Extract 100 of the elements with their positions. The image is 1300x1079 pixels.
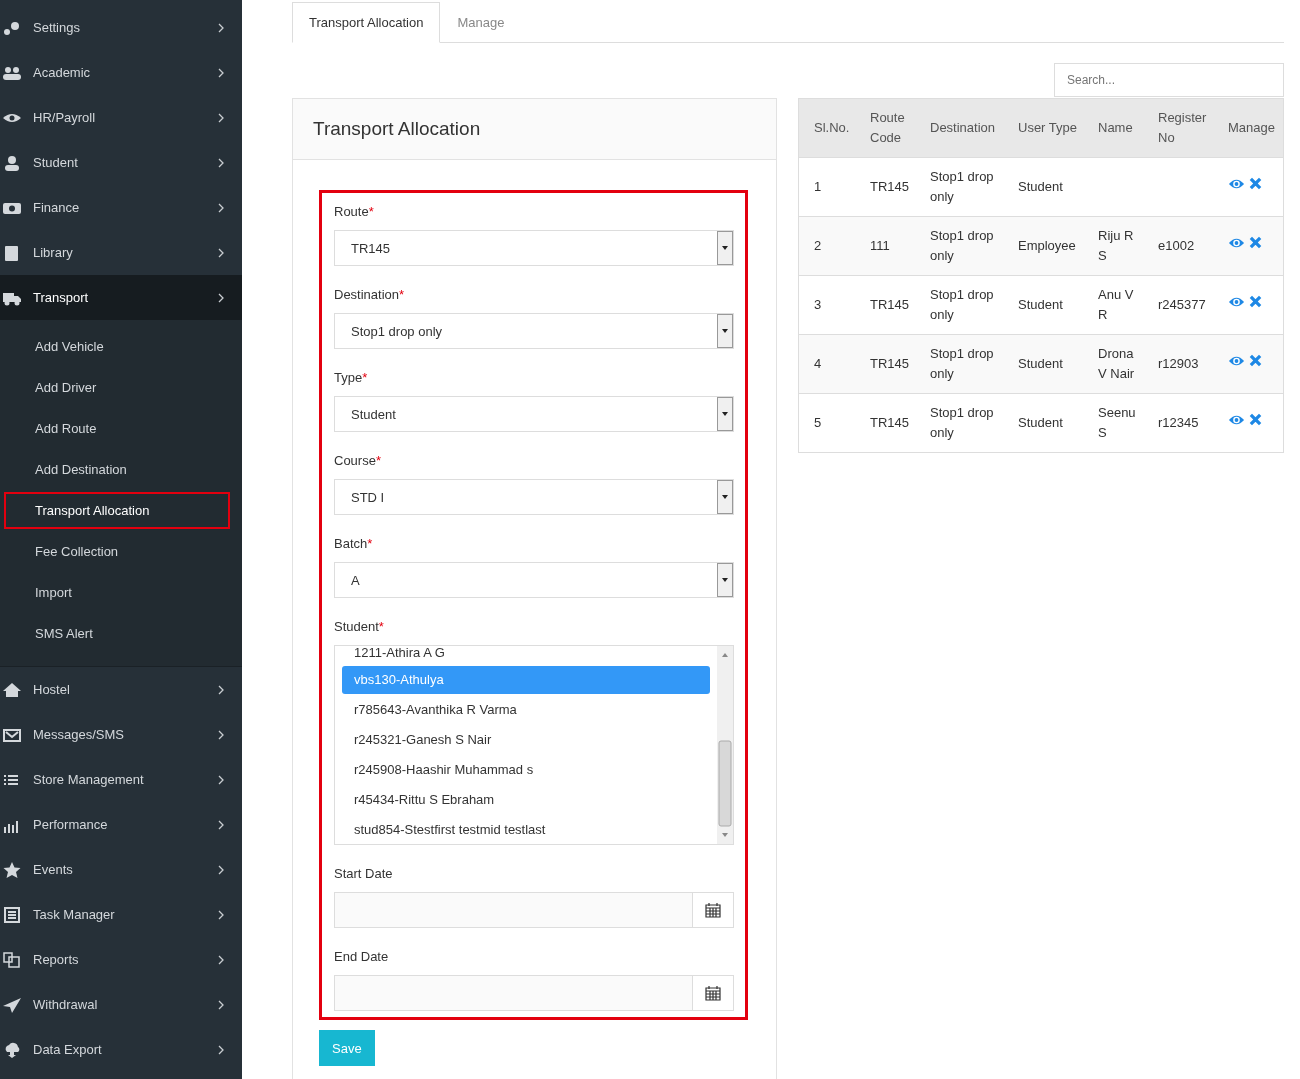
document-icon xyxy=(2,906,22,923)
select-field[interactable]: Student xyxy=(334,396,734,432)
chevron-icon xyxy=(218,729,224,740)
list-option[interactable]: stud854-Stestfirst testmid testlast xyxy=(342,816,710,844)
sidebar-item[interactable]: Events xyxy=(0,847,242,892)
calendar-icon xyxy=(705,985,721,1001)
submenu-item[interactable]: SMS Alert xyxy=(4,615,230,652)
sidebar-item[interactable]: Settings xyxy=(0,5,242,50)
submenu-item[interactable]: Add Destination xyxy=(4,451,230,488)
column-header: Sl.No. xyxy=(799,99,870,157)
sidebar-item[interactable]: Store Management xyxy=(0,757,242,802)
field-label: Route* xyxy=(334,203,375,221)
date-field[interactable] xyxy=(334,892,734,928)
table-cell: Riju R S xyxy=(1098,227,1134,263)
sidebar-item[interactable]: HR/Payroll xyxy=(0,95,242,140)
table-cell: TR145 xyxy=(870,178,910,194)
search-field[interactable]: Search... xyxy=(1054,63,1284,97)
chevron-icon xyxy=(218,112,224,123)
sidebar-item[interactable]: Task Manager xyxy=(0,892,242,937)
table-cell: Student xyxy=(1018,414,1063,430)
calendar-icon xyxy=(705,902,721,918)
submenu-item[interactable]: Add Driver xyxy=(4,369,230,406)
select-field[interactable]: Stop1 drop only xyxy=(334,313,734,349)
table-cell: TR145 xyxy=(870,296,910,312)
sidebar-item[interactable]: Messages/SMS xyxy=(0,712,242,757)
chevron-icon xyxy=(218,157,224,168)
chevron-icon xyxy=(218,774,224,785)
scrollbar[interactable] xyxy=(717,646,733,844)
delete-icon[interactable] xyxy=(1249,413,1262,427)
envelope-icon xyxy=(2,726,22,743)
field-label: Course* xyxy=(334,452,382,470)
select-field[interactable]: STD I xyxy=(334,479,734,515)
submenu-item[interactable]: Import xyxy=(4,574,230,611)
column-header: Route Code xyxy=(870,99,930,157)
list-option[interactable]: r45434-Rittu S Ebraham xyxy=(342,786,710,814)
sidebar-item[interactable]: Data Export xyxy=(0,1027,242,1072)
table-cell: Employee xyxy=(1018,237,1076,253)
chevron-icon xyxy=(218,954,224,965)
field-label: Type* xyxy=(334,369,369,387)
people-icon xyxy=(2,64,22,81)
sidebar-item[interactable]: Withdrawal xyxy=(0,982,242,1027)
tab[interactable]: Manage xyxy=(440,2,522,43)
column-header: Register No xyxy=(1158,99,1228,157)
table-cell: Stop1 drop only xyxy=(930,286,994,322)
column-header: Manage xyxy=(1228,99,1283,157)
table-cell: 3 xyxy=(814,296,822,312)
chevron-icon xyxy=(218,819,224,830)
chevron-icon xyxy=(218,202,224,213)
table-cell: TR145 xyxy=(870,355,910,371)
select-field[interactable]: TR145 xyxy=(334,230,734,266)
field-label: Batch* xyxy=(334,535,374,553)
column-header: User Type xyxy=(1018,99,1098,157)
column-header: Name xyxy=(1098,99,1158,157)
table-cell: Stop1 drop only xyxy=(930,227,994,263)
list-option[interactable]: 1211-Athira A G xyxy=(342,646,710,660)
chevron-icon xyxy=(218,22,224,33)
table-cell: Student xyxy=(1018,355,1063,371)
chevron-icon xyxy=(218,999,224,1010)
sidebar-item[interactable]: Finance xyxy=(0,185,242,230)
table-cell: 111 xyxy=(870,237,890,253)
list-option[interactable]: r785643-Avanthika R Varma xyxy=(342,696,710,724)
delete-icon[interactable] xyxy=(1249,236,1262,249)
chevron-icon xyxy=(218,1044,224,1055)
table-cell: r12903 xyxy=(1158,355,1199,371)
select-field[interactable]: A xyxy=(334,562,734,598)
field-label: Student* xyxy=(334,618,385,636)
table-cell: e1002 xyxy=(1158,237,1195,253)
sidebar-item[interactable]: Performance xyxy=(0,802,242,847)
table-cell: r245377 xyxy=(1158,296,1206,312)
submenu-item[interactable]: Add Vehicle xyxy=(4,328,230,365)
sidebar-item[interactable]: Academic xyxy=(0,50,242,95)
submenu-item[interactable]: Add Route xyxy=(4,410,230,447)
chevron-icon xyxy=(218,292,224,303)
field-label: Start Date xyxy=(334,865,394,883)
table-cell: 2 xyxy=(814,237,822,253)
delete-icon[interactable] xyxy=(1249,295,1262,308)
table-cell: TR145 xyxy=(870,414,910,430)
tab[interactable]: Transport Allocation xyxy=(292,2,441,43)
sidebar-item[interactable]: Student xyxy=(0,140,242,185)
list-option[interactable]: r245321-Ganesh S Nair xyxy=(342,726,710,754)
paper-plane-icon xyxy=(2,996,22,1013)
sidebar-item[interactable]: Library xyxy=(0,230,242,275)
submenu-item[interactable]: Fee Collection xyxy=(4,533,230,570)
submenu-item[interactable]: Transport Allocation xyxy=(4,492,230,529)
table-cell: Stop1 drop only xyxy=(930,345,994,381)
sidebar-item[interactable]: Transport xyxy=(0,275,242,320)
date-field[interactable] xyxy=(334,975,734,1011)
delete-icon[interactable] xyxy=(1249,354,1262,367)
table-cell: r12345 xyxy=(1158,414,1199,430)
chevron-icon xyxy=(218,247,224,258)
table-cell: Student xyxy=(1018,296,1063,312)
list-option[interactable]: r245908-Haashir Muhammad s xyxy=(342,756,710,784)
student-listbox[interactable]: 1211-Athira A G vbs130-Athulya r785643-Avanthika R Varma r245321-Ganesh S Nair r245908-Haashir Muhammad s r45434-Rittu S Ebraham stud854-Stestfirst testmid testlast xyxy=(334,645,734,845)
table-cell: Drona V Nair xyxy=(1098,345,1135,381)
delete-icon[interactable] xyxy=(1249,177,1262,190)
sidebar-item[interactable]: Hostel xyxy=(0,667,242,712)
sidebar-item[interactable]: Reports xyxy=(0,937,242,982)
person-icon xyxy=(2,154,22,171)
chevron-icon xyxy=(218,864,224,875)
chevron-icon xyxy=(218,684,224,695)
